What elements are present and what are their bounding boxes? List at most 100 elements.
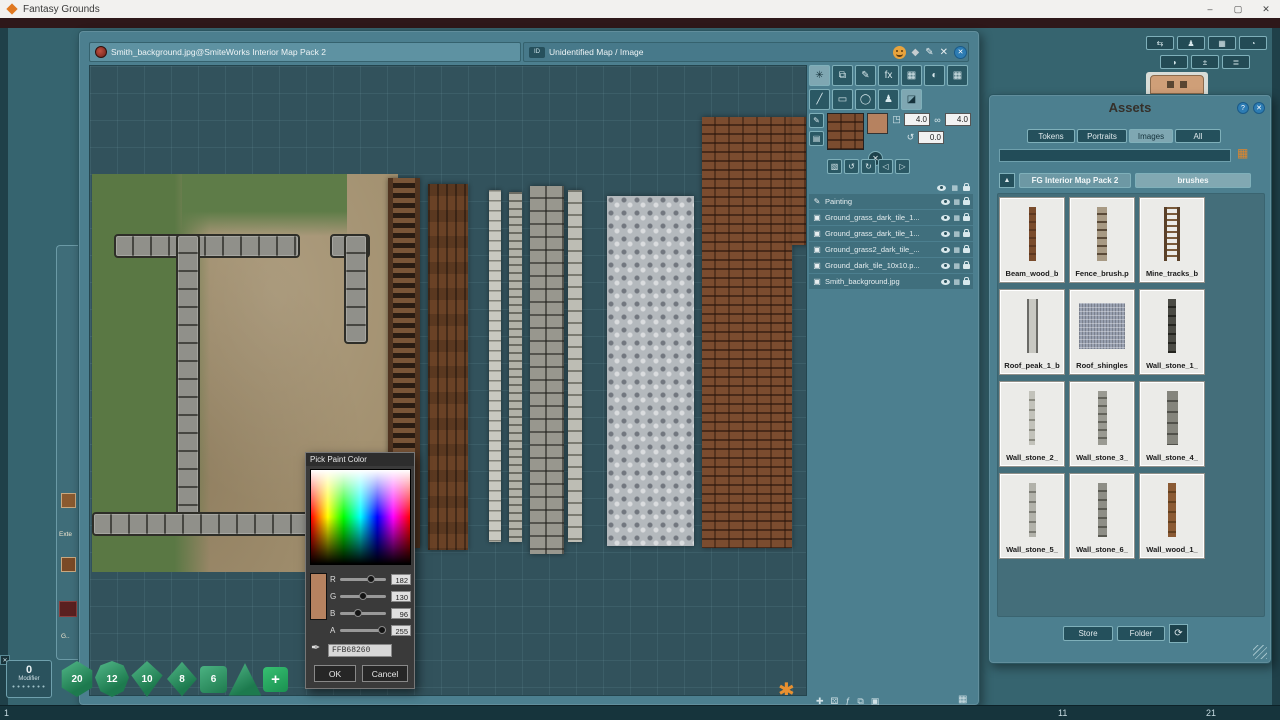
asset-card[interactable]: Wall_stone_3_ <box>1069 381 1135 467</box>
party-sheet-icon[interactable]: ♟ <box>1177 36 1205 50</box>
brush-width-field[interactable]: 4.0 <box>904 113 930 126</box>
layer-row[interactable]: Painting ▦ <box>809 194 973 209</box>
layer-grid-icon[interactable]: ▦ <box>953 198 960 206</box>
asset-card[interactable]: Roof_shingles <box>1069 289 1135 375</box>
brush-height-field[interactable]: 4.0 <box>945 113 971 126</box>
background-window-sliver[interactable]: Exte G.. <box>56 245 80 660</box>
assets-close-icon[interactable]: ✕ <box>1253 102 1265 114</box>
die-d8[interactable]: 8 <box>165 661 199 697</box>
channel-slider[interactable] <box>340 629 386 632</box>
die-d6[interactable]: 6 <box>200 666 227 693</box>
layer-grid-icon[interactable]: ▦ <box>953 278 960 286</box>
asset-view-grid-icon[interactable]: ▦ <box>1237 146 1248 160</box>
smiley-icon[interactable] <box>893 46 906 59</box>
shortcut-tab[interactable] <box>1150 75 1204 94</box>
circle-tool-icon[interactable]: ◯ <box>855 89 876 110</box>
layer-visibility-icon[interactable] <box>941 215 950 221</box>
folder-up-button[interactable]: ▲ <box>999 173 1015 188</box>
close-button[interactable]: ✕ <box>1252 0 1280 18</box>
chat-icon[interactable]: ⇆ <box>1146 36 1174 50</box>
channel-slider[interactable] <box>340 612 386 615</box>
slider-knob-icon[interactable] <box>378 626 386 634</box>
lighting-icon[interactable]: ◑ <box>1160 55 1188 69</box>
redo-icon[interactable]: ↻ <box>861 159 876 174</box>
layer-lock-icon[interactable] <box>963 264 970 269</box>
options-icon[interactable]: ≣ <box>1222 55 1250 69</box>
link-icon[interactable]: ∞ <box>932 115 943 125</box>
map-window-titlebar[interactable]: Smith_background.jpg@SmiteWorks Interior… <box>89 42 969 62</box>
add-die-button[interactable]: + <box>263 667 288 692</box>
slider-knob-icon[interactable] <box>367 575 375 583</box>
hotkey-slot[interactable]: 11 <box>1058 708 1067 718</box>
grid-icon[interactable]: ▦ <box>901 65 922 86</box>
lock-icon[interactable] <box>963 186 970 191</box>
apply-icon[interactable]: ▷ <box>895 159 910 174</box>
asset-card[interactable]: Wall_wood_1_ <box>1139 473 1205 559</box>
layer-visibility-icon[interactable] <box>941 247 950 253</box>
asset-card[interactable]: Wall_stone_2_ <box>999 381 1065 467</box>
layer-grid-icon[interactable]: ▦ <box>953 214 960 222</box>
tab-all[interactable]: All <box>1175 129 1221 143</box>
pointer-gear-icon[interactable]: ✱ <box>778 678 795 696</box>
layer-lock-icon[interactable] <box>963 232 970 237</box>
map-canvas[interactable]: ✱ <box>89 65 807 696</box>
asset-card[interactable]: Fence_brush.p <box>1069 197 1135 283</box>
tab-portraits[interactable]: Portraits <box>1077 129 1127 143</box>
hotkey-slot[interactable]: 21 <box>1206 708 1216 718</box>
tab-images[interactable]: Images <box>1129 129 1173 143</box>
layer-row[interactable]: Ground_grass2_dark_tile_... ▦ <box>809 242 973 257</box>
folder-button[interactable]: Folder <box>1117 626 1165 641</box>
die-d20[interactable]: 20 <box>60 661 94 697</box>
eye-icon[interactable] <box>937 185 946 191</box>
hex-color-field[interactable]: FFB68260 <box>328 644 392 657</box>
ok-button[interactable]: OK <box>314 665 356 682</box>
brush-texture-preview[interactable] <box>827 113 864 150</box>
maximize-button[interactable]: ▢ <box>1224 0 1252 18</box>
slider-knob-icon[interactable] <box>359 592 367 600</box>
layer-visibility-icon[interactable] <box>941 279 950 285</box>
edit-icon[interactable]: ✎ <box>925 47 933 58</box>
layer-visibility-icon[interactable] <box>941 263 950 269</box>
layer-row[interactable]: Ground_dark_tile_10x10.p... ▦ <box>809 258 973 273</box>
clear-icon[interactable]: ✕ <box>940 47 948 58</box>
map-tab-active[interactable]: Smith_background.jpg@SmiteWorks Interior… <box>89 42 521 62</box>
module-icon[interactable] <box>61 557 76 572</box>
layer-lock-icon[interactable] <box>963 280 970 285</box>
breadcrumb-pack[interactable]: FG Interior Map Pack 2 <box>1019 173 1131 188</box>
minimize-button[interactable]: – <box>1196 0 1224 18</box>
layer-row[interactable]: Ground_grass_dark_tile_1... ▦ <box>809 226 973 241</box>
layers-icon[interactable]: ⧉ <box>832 65 853 86</box>
footer-grid-icon[interactable]: ▦ <box>958 694 967 705</box>
paint-mode-icon[interactable]: ✳ <box>809 65 830 86</box>
hue-saturation-gradient[interactable] <box>310 469 411 565</box>
brush-roller-button[interactable]: ▤ <box>809 131 824 146</box>
channel-value-field[interactable]: 182 <box>391 574 411 585</box>
modifier-box[interactable]: 0 Modifier <box>6 660 52 698</box>
asset-card[interactable]: Wall_stone_6_ <box>1069 473 1135 559</box>
die-d10[interactable]: 10 <box>130 661 164 697</box>
calendar-icon[interactable]: ◔ <box>1239 36 1267 50</box>
asset-card[interactable]: Wall_stone_1_ <box>1139 289 1205 375</box>
token-tool-icon[interactable]: ♟ <box>878 89 899 110</box>
layer-visibility-icon[interactable] <box>941 231 950 237</box>
eraser-tool-icon[interactable]: ◪ <box>901 89 922 110</box>
grid-icon[interactable]: ▦ <box>951 184 958 192</box>
layer-grid-icon[interactable]: ▦ <box>953 262 960 270</box>
window-close-icon[interactable]: ✕ <box>954 46 967 59</box>
layer-grid-icon[interactable]: ▦ <box>953 246 960 254</box>
store-button[interactable]: Store <box>1063 626 1113 641</box>
brush-rotation-field[interactable]: 0.0 <box>918 131 944 144</box>
die-icon[interactable]: ◆ <box>912 47 920 58</box>
channel-slider[interactable] <box>340 595 386 598</box>
brush-color-swatch[interactable] <box>867 113 888 134</box>
modifiers-icon[interactable]: ± <box>1191 55 1219 69</box>
module-icon[interactable] <box>61 493 76 508</box>
rect-tool-icon[interactable]: ▭ <box>832 89 853 110</box>
hotkey-slot[interactable]: 1 <box>4 708 9 718</box>
flip-h-icon[interactable]: ◁ <box>878 159 893 174</box>
los-grid-icon[interactable]: ▦ <box>947 65 968 86</box>
layer-visibility-icon[interactable] <box>941 199 950 205</box>
asset-card[interactable]: Roof_peak_1_b <box>999 289 1065 375</box>
asset-card[interactable]: Beam_wood_b <box>999 197 1065 283</box>
tables-icon[interactable]: ▦ <box>1208 36 1236 50</box>
